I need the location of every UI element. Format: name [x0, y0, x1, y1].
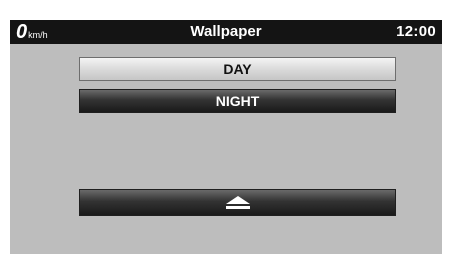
- clock: 12:00: [396, 23, 436, 40]
- day-button[interactable]: DAY: [79, 57, 396, 81]
- eject-button[interactable]: [79, 189, 396, 216]
- eject-icon: [225, 196, 250, 209]
- status-bar: 0 km/h Wallpaper 12:00: [10, 20, 442, 44]
- wallpaper-screen: 0 km/h Wallpaper 12:00 DAY NIGHT: [10, 20, 442, 254]
- night-button[interactable]: NIGHT: [79, 89, 396, 113]
- page-title: Wallpaper: [190, 23, 262, 40]
